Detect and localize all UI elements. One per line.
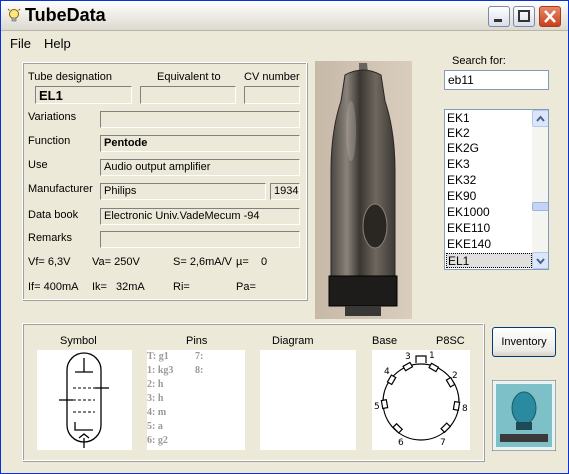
menu-file[interactable]: File	[10, 36, 31, 51]
databook-label: Data book	[28, 209, 79, 221]
pin-entry: 8:	[195, 365, 204, 376]
list-scrollbar[interactable]	[532, 110, 548, 269]
pin-entry: 5: a	[147, 421, 163, 432]
pin-entry: 1: kg3	[147, 365, 174, 376]
ik-value: 32mA	[116, 281, 145, 293]
tube-list[interactable]: EK1 EK2 EK2G EK3 EK32 EK90 EK1000 EKE110…	[444, 109, 549, 270]
equivalent-field[interactable]	[140, 86, 236, 104]
lightbulb-icon	[7, 8, 21, 22]
symbol-panel	[37, 350, 132, 450]
list-item[interactable]: EKE110	[446, 221, 532, 236]
year-field[interactable]: 1934	[270, 183, 300, 200]
remarks-label: Remarks	[28, 232, 73, 244]
use-label: Use	[28, 159, 48, 171]
tubedata-window: TubeData File Help Tube designation Equi…	[0, 0, 569, 474]
base-pin-number: 1	[429, 351, 435, 361]
menu-help[interactable]: Help	[44, 36, 71, 51]
symbol-label: Symbol	[60, 335, 97, 347]
list-item[interactable]: EK1000	[446, 205, 532, 220]
scroll-up-button[interactable]	[532, 110, 548, 127]
minimize-icon	[494, 19, 502, 22]
list-item[interactable]: EK32	[446, 173, 532, 188]
use-field[interactable]: Audio output amplifier	[100, 159, 300, 176]
chevron-down-icon	[536, 258, 545, 265]
mu-value: 0	[261, 256, 268, 268]
base-pin-number: 8	[462, 404, 468, 414]
list-item[interactable]: EK2G	[446, 141, 532, 156]
s-value: S= 2,6mA/V	[173, 256, 233, 268]
tube-logo-image	[492, 380, 556, 451]
function-field[interactable]: Pentode	[100, 135, 300, 152]
list-item[interactable]: EK2	[446, 126, 532, 141]
minimize-button[interactable]	[488, 6, 510, 27]
base-pin-number: 2	[452, 371, 458, 381]
databook-field[interactable]: Electronic Univ.VadeMecum -94	[100, 208, 300, 225]
mu-label: µ=	[236, 256, 249, 268]
base-pin-number: 4	[384, 367, 390, 377]
va-value: Va= 250V	[92, 256, 140, 268]
diagram-label: Diagram	[272, 335, 314, 347]
base-pin-number: 7	[440, 438, 446, 448]
base-code: P8SC	[436, 335, 465, 347]
close-icon	[544, 10, 556, 23]
manufacturer-field[interactable]: Philips	[100, 183, 266, 200]
maximize-button[interactable]	[513, 6, 535, 27]
close-button[interactable]	[539, 6, 561, 27]
pins-panel: T: g1 1: kg3 2: h 3: h 4: m 5: a 6: g2 7…	[147, 350, 245, 450]
cv-number-label: CV number	[244, 71, 300, 83]
base-panel: 1 2 4 3 5 6 7 8	[372, 350, 470, 450]
variations-field[interactable]	[100, 111, 300, 128]
list-item-selected[interactable]: EL1	[446, 253, 532, 268]
pin-entry: 3: h	[147, 393, 164, 404]
equivalent-label: Equivalent to	[157, 71, 221, 83]
designation-label: Tube designation	[28, 71, 112, 83]
inventory-button[interactable]: Inventory	[492, 327, 556, 357]
ik-label: Ik=	[92, 281, 107, 293]
list-item[interactable]: EK3	[446, 157, 532, 172]
pentode-symbol	[59, 352, 109, 448]
list-item[interactable]: EK90	[446, 189, 532, 204]
menu-bar: File Help	[1, 32, 568, 52]
tube-photo	[315, 61, 412, 319]
base-label: Base	[372, 335, 398, 347]
scroll-thumb[interactable]	[532, 202, 548, 211]
title-bar: TubeData	[1, 1, 568, 31]
pins-label: Pins	[186, 335, 208, 347]
chevron-up-icon	[536, 115, 545, 122]
search-input[interactable]: eb11	[444, 70, 549, 90]
search-label: Search for:	[452, 55, 506, 67]
base-pin-diagram: 1 2 4 3 5 6 7 8	[374, 351, 468, 448]
designation-field[interactable]: EL1	[35, 86, 132, 104]
scroll-down-button[interactable]	[532, 252, 548, 269]
remarks-field[interactable]	[100, 231, 300, 248]
diagram-panel	[260, 350, 356, 450]
vf-value: Vf= 6,3V	[28, 256, 71, 268]
base-pin-number: 3	[405, 352, 411, 362]
pin-entry: T: g1	[147, 351, 169, 362]
maximize-icon	[518, 10, 530, 22]
cv-number-field[interactable]	[244, 86, 300, 104]
list-item[interactable]: EK1	[446, 111, 532, 126]
function-label: Function	[28, 135, 71, 147]
ri-label: Ri=	[173, 281, 190, 293]
base-pin-number: 5	[374, 402, 380, 412]
pin-entry: 2: h	[147, 379, 164, 390]
pa-label: Pa=	[236, 281, 256, 293]
pin-entry: 7:	[195, 351, 204, 362]
if-value: If= 400mA	[28, 281, 79, 293]
list-item[interactable]: EKE140	[446, 237, 532, 252]
pin-entry: 4: m	[147, 407, 167, 418]
pin-entry: 6: g2	[147, 435, 168, 446]
base-pin-number: 6	[398, 438, 404, 448]
variations-label: Variations	[28, 111, 77, 123]
manufacturer-label: Manufacturer	[28, 183, 93, 195]
window-title: TubeData	[25, 5, 106, 25]
